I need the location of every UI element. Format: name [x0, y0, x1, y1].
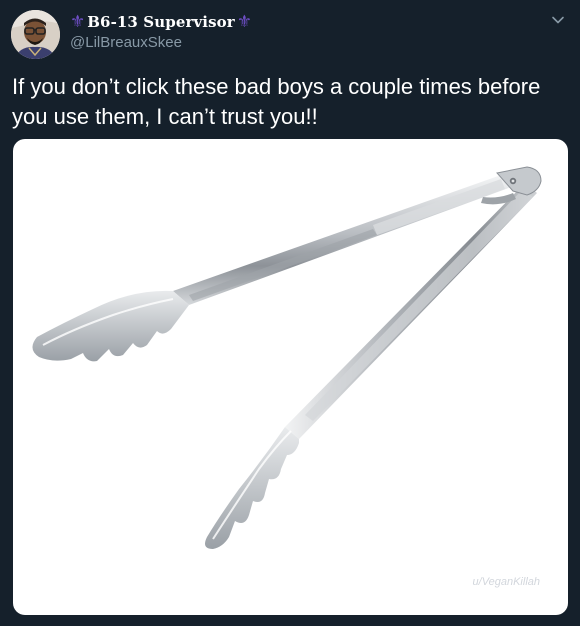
fleur-de-lis-icon: ⚜ [236, 11, 252, 32]
tweet-text: If you don’t click these bad boys a coup… [12, 74, 541, 129]
avatar-image [11, 10, 60, 59]
avatar[interactable] [11, 10, 60, 59]
chevron-down-icon[interactable] [550, 12, 566, 28]
tongs-image [32, 166, 542, 549]
image-watermark: u/VeganKillah [472, 576, 540, 588]
author-name-row[interactable]: ⚜ B6-13 Supervisor ⚜ [70, 12, 252, 32]
tweet: ⚜ B6-13 Supervisor ⚜ @LilBreauxSkee If y… [0, 0, 580, 626]
tweet-media-image[interactable]: u/VeganKillah [13, 139, 568, 615]
fleur-de-lis-icon: ⚜ [70, 11, 86, 32]
user-handle[interactable]: @LilBreauxSkee [70, 34, 182, 51]
display-name[interactable]: B6-13 Supervisor [87, 13, 234, 31]
